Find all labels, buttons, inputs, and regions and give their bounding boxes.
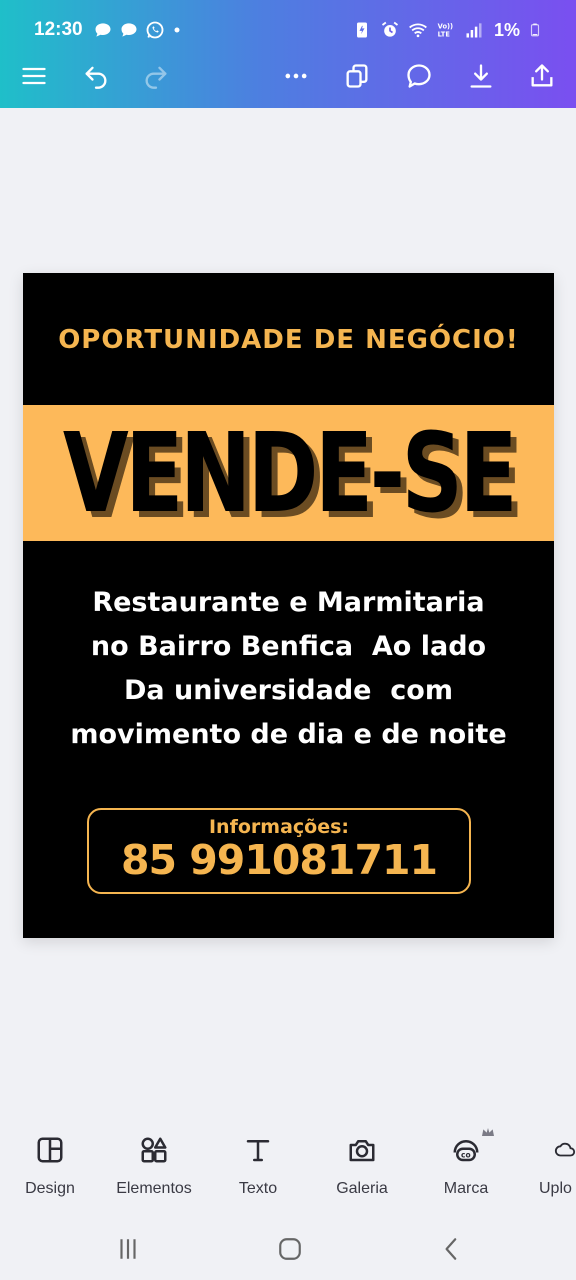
- undo-icon: [85, 66, 107, 89]
- editor-toolbar: [0, 52, 576, 100]
- poster-body-line: Da universidade com: [124, 675, 453, 706]
- poster-body-line: Restaurante e Marmitaria: [92, 587, 485, 618]
- tool-uploads[interactable]: Uplo: [516, 1132, 576, 1198]
- system-icons: Vo)) LTE 1%: [352, 20, 542, 41]
- menu-icon: [22, 67, 46, 85]
- tool-gallery[interactable]: Galeria: [312, 1132, 412, 1198]
- tool-label: Uplo: [539, 1180, 572, 1197]
- menu-button[interactable]: [16, 58, 52, 94]
- download-icon: [470, 64, 492, 88]
- signal-icon: [466, 23, 482, 38]
- editor-bottom-toolbar: Design Elementos Texto Galeria co Marca …: [0, 1118, 576, 1218]
- share-button[interactable]: [524, 58, 560, 94]
- svg-text:co: co: [461, 1151, 471, 1160]
- battery-icon: [530, 23, 540, 37]
- poster-info-box[interactable]: Informações: 85 991081711: [87, 808, 471, 894]
- poster-info-label: Informações:: [208, 816, 349, 838]
- tool-label: Design: [25, 1180, 75, 1197]
- poster-body-text[interactable]: Restaurante e Marmitaria no Bairro Benfi…: [23, 581, 554, 757]
- tool-text[interactable]: Texto: [208, 1132, 308, 1198]
- tool-label: Texto: [238, 1180, 278, 1197]
- poster-body-line: no Bairro Benfica Ao lado: [90, 631, 487, 662]
- pages-button[interactable]: [339, 58, 375, 94]
- tool-design[interactable]: Design: [0, 1132, 100, 1198]
- home-icon: [279, 1238, 301, 1260]
- tool-elements[interactable]: Elementos: [104, 1132, 204, 1198]
- more-icon: [285, 73, 307, 79]
- battery-saver-icon: [356, 22, 367, 38]
- chat-bubble-icon: [95, 23, 111, 37]
- design-icon: [37, 1137, 63, 1163]
- text-icon: [246, 1140, 270, 1162]
- battery-level: 1%: [493, 19, 520, 40]
- camera-icon: [349, 1140, 375, 1162]
- tool-brand[interactable]: co Marca: [416, 1128, 516, 1198]
- status-time: 12:30: [34, 19, 83, 40]
- share-icon: [531, 64, 553, 87]
- comment-button[interactable]: [401, 58, 437, 94]
- system-nav-bar: [0, 1218, 576, 1280]
- brand-icon: co: [453, 1139, 479, 1162]
- poster-headline-text[interactable]: VENDE-SE: [60, 405, 518, 541]
- whatsapp-icon: [146, 21, 164, 39]
- back-icon: [445, 1238, 457, 1260]
- poster-body-line: movimento de dia e de noite: [70, 719, 507, 750]
- copy-icon: [346, 64, 368, 88]
- recents-icon: [120, 1239, 136, 1259]
- svg-text:LTE: LTE: [438, 31, 451, 39]
- undo-button[interactable]: [78, 58, 114, 94]
- crown-icon: [482, 1128, 494, 1136]
- wifi-icon: [409, 23, 427, 38]
- home-button[interactable]: [268, 1232, 312, 1266]
- poster-headline-band[interactable]: VENDE-SE: [23, 405, 554, 541]
- recents-button[interactable]: [106, 1232, 150, 1266]
- app-header: 12:30 Vo)) LTE 1%: [0, 0, 576, 108]
- upload-cloud-icon: [554, 1142, 576, 1157]
- comment-icon: [407, 64, 431, 88]
- svg-text:Vo)): Vo)): [438, 22, 453, 30]
- poster-phone-number: 85 991081711: [120, 836, 438, 884]
- download-button[interactable]: [463, 58, 499, 94]
- volte-icon: Vo))LTE: [438, 22, 453, 39]
- poster-kicker-text[interactable]: OPORTUNIDADE DE NEGÓCIO!: [23, 325, 554, 355]
- status-bar: 12:30 Vo)) LTE 1%: [0, 0, 576, 60]
- more-button[interactable]: [278, 58, 314, 94]
- notification-icons: [93, 20, 183, 40]
- tool-label: Marca: [443, 1180, 489, 1197]
- dot-icon: [174, 27, 180, 33]
- design-canvas-page[interactable]: OPORTUNIDADE DE NEGÓCIO! VENDE-SE Restau…: [23, 273, 554, 938]
- elements-icon: [141, 1137, 167, 1163]
- chat-bubble-icon: [121, 23, 137, 37]
- back-button[interactable]: [430, 1232, 474, 1266]
- tool-label: Elementos: [116, 1180, 192, 1197]
- alarm-icon: [381, 21, 399, 37]
- redo-icon: [145, 66, 167, 89]
- tool-label: Galeria: [336, 1180, 388, 1197]
- redo-button[interactable]: [138, 58, 174, 94]
